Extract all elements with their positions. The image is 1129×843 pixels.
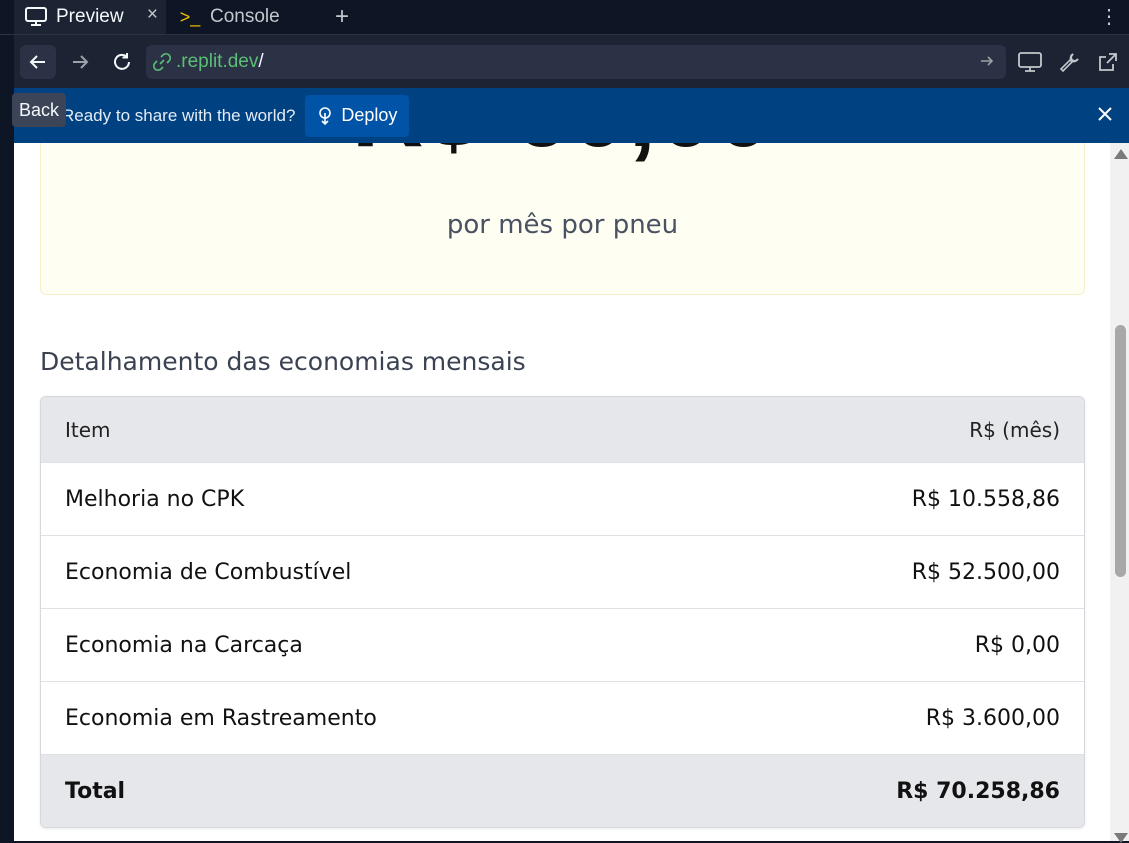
table-row: Economia em Rastreamento R$ 3.600,00 bbox=[41, 681, 1084, 754]
close-tab-icon[interactable]: × bbox=[147, 4, 158, 26]
banner-text: Ready to share with the world? bbox=[62, 105, 296, 125]
row-value: R$ 52.500,00 bbox=[911, 559, 1060, 585]
row-value: R$ 3.600,00 bbox=[925, 705, 1060, 731]
arrow-left-icon bbox=[29, 55, 45, 69]
reload-button[interactable] bbox=[104, 45, 140, 79]
header-value: R$ (mês) bbox=[969, 417, 1060, 442]
arrow-right-icon bbox=[73, 55, 89, 69]
price-value: R$ 60,00 bbox=[41, 143, 1084, 172]
tab-bar: Preview × >_ Console + ⋮ bbox=[0, 0, 1129, 35]
scroll-up-arrow-icon[interactable] bbox=[1114, 149, 1128, 159]
table-header: Item R$ (mês) bbox=[41, 397, 1084, 462]
tab-preview[interactable]: Preview × bbox=[14, 0, 166, 34]
preview-page: R$ 60,00 por mês por pneu Detalhamento d… bbox=[14, 143, 1110, 841]
deploy-button[interactable]: Deploy bbox=[305, 94, 410, 137]
deploy-banner: Ready to share with the world? Deploy bbox=[14, 88, 1129, 143]
monitor-icon bbox=[24, 7, 48, 27]
url-input[interactable]: .replit.dev / bbox=[146, 45, 1006, 79]
table-row: Economia de Combustível R$ 52.500,00 bbox=[41, 535, 1084, 608]
open-new-window-icon[interactable] bbox=[1095, 49, 1121, 75]
more-options-icon[interactable]: ⋮ bbox=[1099, 2, 1119, 32]
close-banner-icon[interactable] bbox=[1095, 104, 1115, 129]
deploy-icon bbox=[317, 106, 333, 125]
url-path: / bbox=[258, 51, 264, 72]
row-value: R$ 0,00 bbox=[974, 632, 1060, 658]
table-row: Melhoria no CPK R$ 10.558,86 bbox=[41, 462, 1084, 535]
go-arrow-icon[interactable] bbox=[978, 52, 996, 75]
url-toolbar: .replit.dev / bbox=[14, 35, 1129, 88]
terminal-icon: >_ bbox=[179, 6, 201, 27]
price-card: R$ 60,00 por mês por pneu bbox=[40, 143, 1085, 295]
row-item: Economia em Rastreamento bbox=[65, 705, 377, 731]
row-item: Melhoria no CPK bbox=[65, 486, 245, 512]
devtools-wrench-icon[interactable] bbox=[1057, 49, 1083, 75]
total-label: Total bbox=[65, 778, 126, 804]
workspace-left-edge bbox=[0, 0, 14, 841]
price-subtitle: por mês por pneu bbox=[446, 210, 679, 240]
link-icon bbox=[152, 52, 172, 72]
header-item: Item bbox=[65, 417, 111, 442]
new-tab-button[interactable]: + bbox=[330, 0, 354, 34]
url-host: .replit.dev bbox=[176, 51, 259, 72]
total-value: R$ 70.258,86 bbox=[896, 778, 1060, 804]
back-tooltip: Back bbox=[12, 93, 66, 127]
forward-button[interactable] bbox=[62, 45, 98, 79]
table-row: Economia na Carcaça R$ 0,00 bbox=[41, 608, 1084, 681]
section-title: Detalhamento das economias mensais bbox=[40, 347, 526, 376]
row-item: Economia de Combustível bbox=[65, 559, 352, 585]
tab-label: Console bbox=[210, 6, 280, 27]
page-scrollbar[interactable] bbox=[1110, 143, 1129, 843]
tab-label: Preview bbox=[56, 6, 124, 27]
reload-icon bbox=[114, 53, 130, 70]
tab-console[interactable]: >_ Console bbox=[168, 0, 318, 34]
savings-table: Item R$ (mês) Melhoria no CPK R$ 10.558,… bbox=[40, 396, 1085, 828]
device-preview-icon[interactable] bbox=[1017, 49, 1043, 75]
scroll-thumb[interactable] bbox=[1115, 325, 1126, 577]
row-item: Economia na Carcaça bbox=[65, 632, 303, 658]
row-value: R$ 10.558,86 bbox=[911, 486, 1060, 512]
table-total-row: Total R$ 70.258,86 bbox=[41, 754, 1084, 827]
scroll-down-arrow-icon[interactable] bbox=[1114, 833, 1128, 843]
back-button[interactable] bbox=[20, 45, 56, 79]
deploy-label: Deploy bbox=[341, 105, 398, 125]
